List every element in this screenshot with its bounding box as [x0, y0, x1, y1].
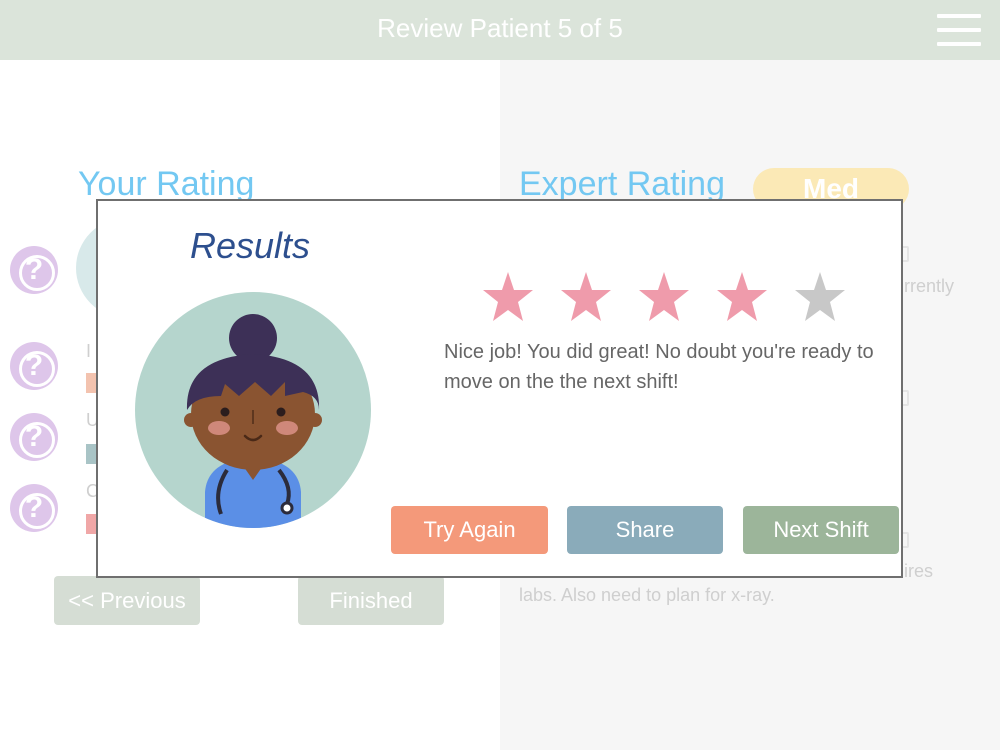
- star-icon: [639, 272, 689, 321]
- hamburger-menu-icon[interactable]: [937, 14, 981, 46]
- try-again-button[interactable]: Try Again: [391, 506, 548, 554]
- results-dialog: Results Nice job! You did great! No doub…: [96, 199, 903, 578]
- star-icon: [483, 272, 533, 321]
- help-icon[interactable]: ?: [10, 484, 58, 532]
- star-icon: [717, 272, 767, 321]
- next-shift-button[interactable]: Next Shift: [743, 506, 899, 554]
- rating-row-label: I: [86, 341, 92, 361]
- previous-button[interactable]: << Previous: [54, 576, 200, 625]
- help-icon[interactable]: ?: [10, 246, 58, 294]
- dialog-title: Results: [190, 225, 311, 266]
- page-title: Review Patient 5 of 5: [377, 13, 623, 43]
- results-message: Nice job! You did great! No doubt you're…: [444, 341, 874, 393]
- star-rating: [482, 271, 862, 323]
- star-icon: [561, 272, 611, 321]
- expert-notes-fragment: rrently: [904, 276, 955, 296]
- expert-notes-fragment: ires: [904, 561, 934, 581]
- help-icon[interactable]: ?: [10, 413, 58, 461]
- nurse-avatar-icon: [135, 292, 371, 528]
- help-icon[interactable]: ?: [10, 342, 58, 390]
- star-icon: [795, 272, 845, 321]
- header-bar: Review Patient 5 of 5: [0, 0, 1000, 60]
- expert-notes: labs. Also need to plan for x-ray.: [519, 585, 775, 605]
- finished-button[interactable]: Finished: [298, 576, 444, 625]
- share-button[interactable]: Share: [567, 506, 723, 554]
